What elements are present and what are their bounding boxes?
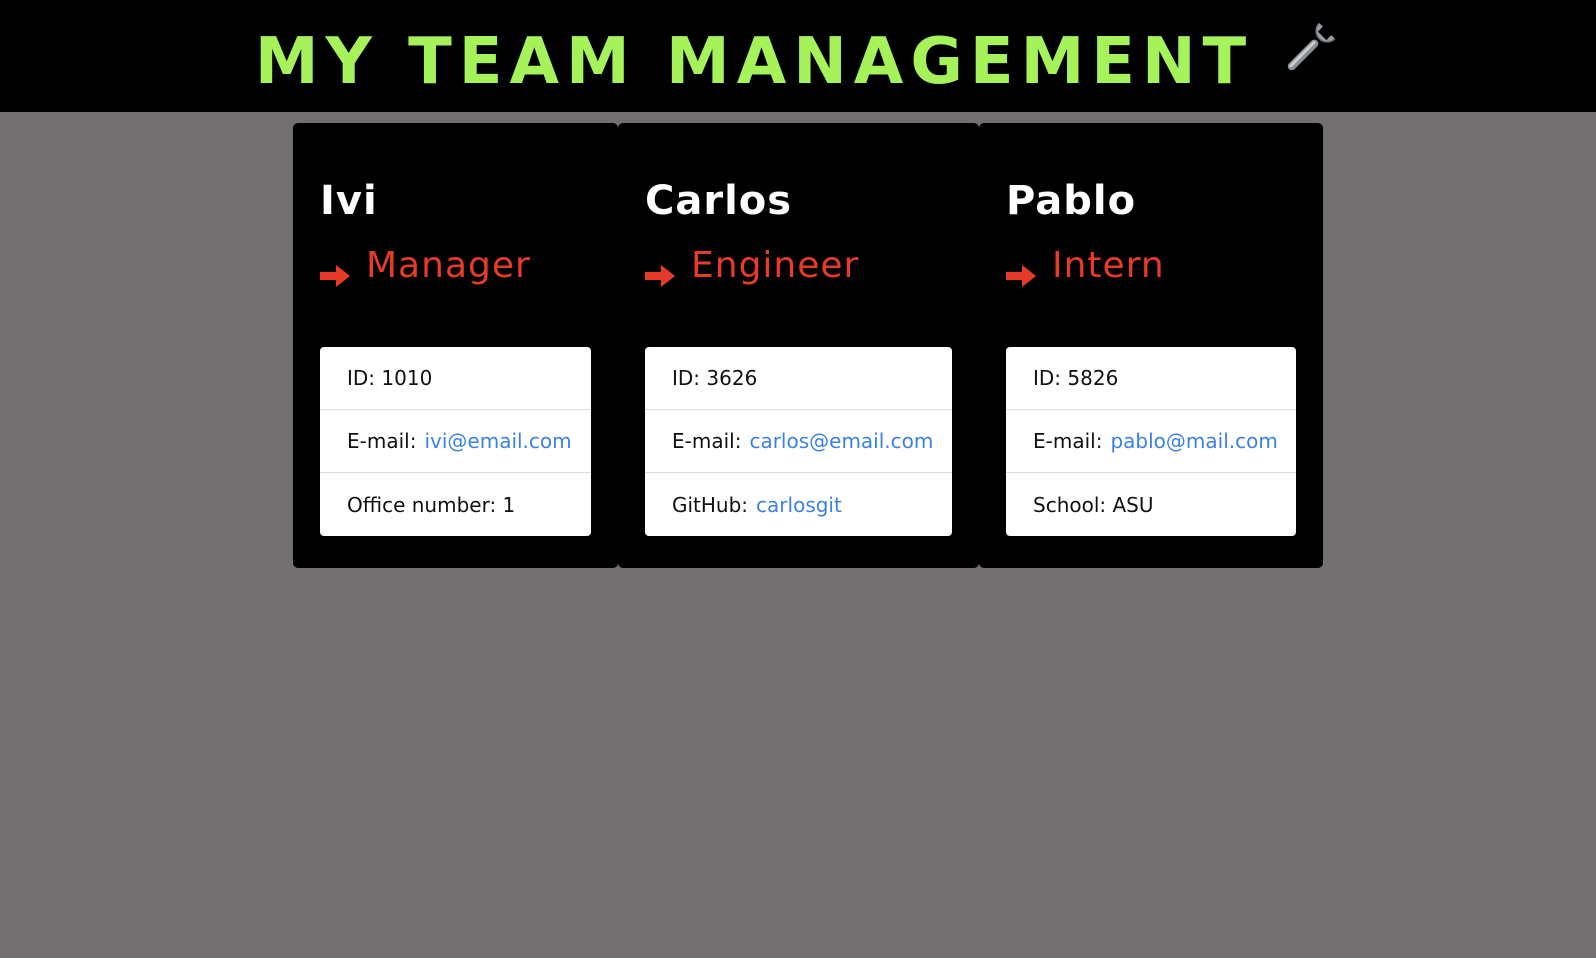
- employee-office-number: Office number: 1: [347, 492, 516, 517]
- email-label: E-mail:: [672, 429, 742, 453]
- employee-role-label: Manager: [366, 245, 531, 286]
- employee-role-label: Engineer: [691, 245, 860, 286]
- employee-email-row: E-mail: carlos@email.com: [645, 410, 952, 473]
- team-cards: Ivi Manager ID: 1010 E-mail: ivi@email.c…: [293, 123, 1323, 568]
- employee-info-list: ID: 1010 E-mail: ivi@email.com Office nu…: [320, 347, 591, 536]
- arrow-right-icon: [645, 255, 675, 287]
- employee-email-row: E-mail: pablo@mail.com: [1006, 410, 1296, 473]
- arrow-right-icon: [1006, 255, 1036, 287]
- employee-card-carlos: Carlos Engineer ID: 3626 E-mail: carlos@…: [618, 123, 979, 568]
- employee-id: ID: 5826: [1006, 347, 1296, 410]
- email-link[interactable]: carlos@email.com: [749, 429, 933, 453]
- wrench-icon: [1275, 17, 1341, 83]
- employee-id: ID: 1010: [320, 347, 591, 410]
- email-label: E-mail:: [347, 429, 417, 453]
- arrow-right-icon: [320, 255, 350, 287]
- employee-card-pablo: Pablo Intern ID: 5826 E-mail: pablo@mail…: [979, 123, 1323, 568]
- email-link[interactable]: ivi@email.com: [424, 429, 571, 453]
- employee-name: Carlos: [645, 178, 793, 224]
- employee-role: Manager: [320, 245, 531, 287]
- employee-email-row: E-mail: ivi@email.com: [320, 410, 591, 473]
- employee-name: Ivi: [320, 178, 378, 224]
- employee-role: Intern: [1006, 245, 1165, 287]
- employee-info-list: ID: 3626 E-mail: carlos@email.com GitHub…: [645, 347, 952, 536]
- page-header: My Team Management: [0, 0, 1596, 112]
- employee-role-label: Intern: [1052, 245, 1165, 286]
- employee-name: Pablo: [1006, 178, 1137, 224]
- github-link[interactable]: carlosgit: [756, 493, 842, 517]
- employee-role: Engineer: [645, 245, 860, 287]
- email-link[interactable]: pablo@mail.com: [1110, 429, 1277, 453]
- page-title: My Team Management: [254, 25, 1254, 99]
- employee-card-ivi: Ivi Manager ID: 1010 E-mail: ivi@email.c…: [293, 123, 618, 568]
- employee-school: School: ASU: [1033, 492, 1154, 517]
- employee-info-list: ID: 5826 E-mail: pablo@mail.com School: …: [1006, 347, 1296, 536]
- employee-github-row: GitHub: carlosgit: [645, 473, 952, 536]
- employee-id: ID: 3626: [645, 347, 952, 410]
- email-label: E-mail:: [1033, 429, 1103, 453]
- github-label: GitHub:: [672, 492, 749, 517]
